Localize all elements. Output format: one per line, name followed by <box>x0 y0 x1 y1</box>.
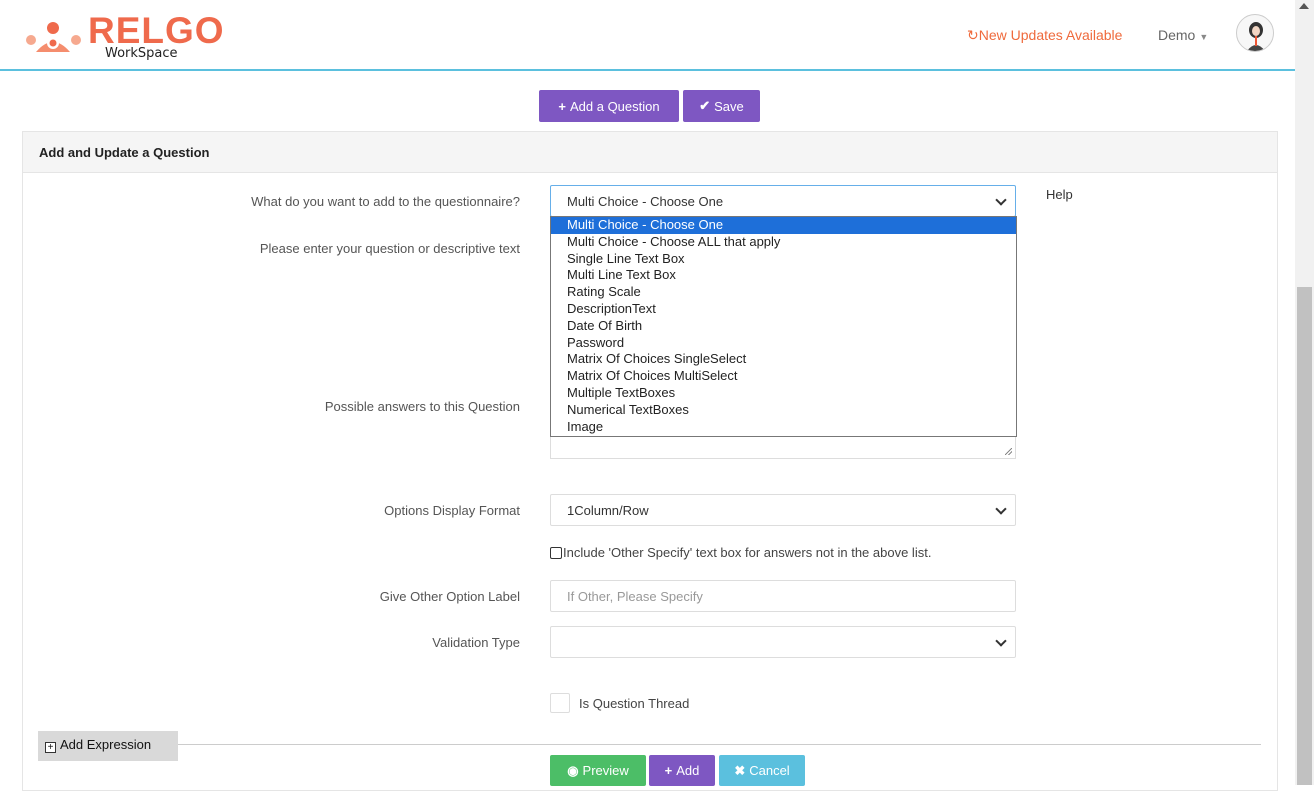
expand-plus-icon: + <box>45 742 56 753</box>
dropdown-option[interactable]: Password <box>551 335 1016 352</box>
close-icon: ✖ <box>734 762 746 778</box>
save-label: Save <box>714 98 744 114</box>
preview-label: Preview <box>582 763 629 778</box>
dropdown-option[interactable]: Matrix Of Choices MultiSelect <box>551 368 1016 385</box>
help-link[interactable]: Help <box>1046 187 1073 202</box>
new-updates-link[interactable]: ↻New Updates Available <box>967 27 1122 44</box>
eye-icon: ◉ <box>567 762 579 778</box>
add-expression-label: Add Expression <box>60 737 152 752</box>
logo-mark-icon <box>26 22 81 52</box>
validation-type-label: Validation Type <box>432 635 520 650</box>
add-button[interactable]: + Add <box>649 755 715 786</box>
save-button[interactable]: ✔ Save <box>683 90 760 122</box>
resize-grip-icon[interactable] <box>1005 448 1012 455</box>
add-expression-toggle[interactable]: + Add Expression <box>38 731 178 761</box>
question-thread-label: Is Question Thread <box>579 695 690 711</box>
other-option-placeholder: If Other, Please Specify <box>567 589 703 604</box>
user-avatar-icon <box>1247 22 1265 51</box>
possible-answers-textarea[interactable] <box>550 436 1016 459</box>
other-specify-label: Include 'Other Specify' text box for ans… <box>563 545 932 560</box>
avatar[interactable] <box>1236 14 1274 52</box>
dropdown-option[interactable]: Date Of Birth <box>551 318 1016 335</box>
dropdown-option[interactable]: Matrix Of Choices SingleSelect <box>551 351 1016 368</box>
question-thread-option[interactable]: Is Question Thread <box>550 693 689 713</box>
cancel-label: Cancel <box>749 763 790 778</box>
chevron-down-icon <box>995 635 1007 647</box>
scrollbar-thumb[interactable] <box>1297 287 1312 785</box>
check-icon: ✔ <box>699 98 711 113</box>
refresh-icon: ↻ <box>967 27 979 43</box>
possible-answers-label: Possible answers to this Question <box>324 399 520 414</box>
question-type-dropdown-list[interactable]: Multi Choice - Choose One Multi Choice - … <box>550 216 1017 437</box>
dropdown-option[interactable]: Multi Choice - Choose ALL that apply <box>551 234 1016 251</box>
question-thread-checkbox[interactable] <box>550 693 570 713</box>
validation-type-select[interactable] <box>550 626 1016 658</box>
question-type-select[interactable]: Multi Choice - Choose One <box>550 185 1016 217</box>
plus-icon: + <box>664 763 673 778</box>
add-label: Add <box>676 763 700 778</box>
dropdown-option[interactable]: Image <box>551 419 1016 436</box>
app-header: RELGO WorkSpace ↻New Updates Available D… <box>0 0 1295 71</box>
divider <box>40 744 1261 745</box>
scroll-up-arrow-icon[interactable] <box>1299 3 1309 9</box>
dropdown-option[interactable]: Numerical TextBoxes <box>551 402 1016 419</box>
relgo-logo[interactable]: RELGO WorkSpace <box>22 10 242 65</box>
panel-title: Add and Update a Question <box>23 132 1277 173</box>
other-option-label: Give Other Option Label <box>379 589 520 604</box>
other-option-input[interactable]: If Other, Please Specify <box>550 580 1016 612</box>
dropdown-option[interactable]: Multi Choice - Choose One <box>551 217 1016 234</box>
plus-icon: + <box>558 98 566 114</box>
question-type-value: Multi Choice - Choose One <box>567 194 724 209</box>
dropdown-option[interactable]: Multi Line Text Box <box>551 267 1016 284</box>
dropdown-option[interactable]: DescriptionText <box>551 301 1016 318</box>
user-menu[interactable]: Demo ▼ <box>1158 27 1208 43</box>
display-format-select[interactable]: 1Column/Row <box>550 494 1016 526</box>
chevron-down-icon <box>995 194 1007 206</box>
question-text-label: Please enter your question or descriptiv… <box>259 241 520 256</box>
add-question-button[interactable]: + Add a Question <box>539 90 679 122</box>
add-question-label: Add a Question <box>569 98 660 114</box>
other-specify-option[interactable]: Include 'Other Specify' text box for ans… <box>550 545 931 560</box>
question-type-label: What do you want to add to the questionn… <box>251 194 520 209</box>
display-format-label: Options Display Format <box>384 503 520 518</box>
chevron-down-icon <box>995 503 1007 515</box>
display-format-value: 1Column/Row <box>567 503 649 518</box>
dropdown-option[interactable]: Multiple TextBoxes <box>551 385 1016 402</box>
user-menu-label: Demo <box>1158 27 1196 43</box>
cancel-button[interactable]: ✖ Cancel <box>719 755 805 786</box>
dropdown-option[interactable]: Single Line Text Box <box>551 251 1016 268</box>
other-specify-checkbox[interactable] <box>550 546 562 559</box>
logo-subtext: WorkSpace <box>105 46 178 61</box>
preview-button[interactable]: ◉ Preview <box>550 755 646 786</box>
new-updates-label: New Updates Available <box>978 27 1123 43</box>
dropdown-option[interactable]: Rating Scale <box>551 284 1016 301</box>
caret-down-icon: ▼ <box>1199 32 1209 42</box>
